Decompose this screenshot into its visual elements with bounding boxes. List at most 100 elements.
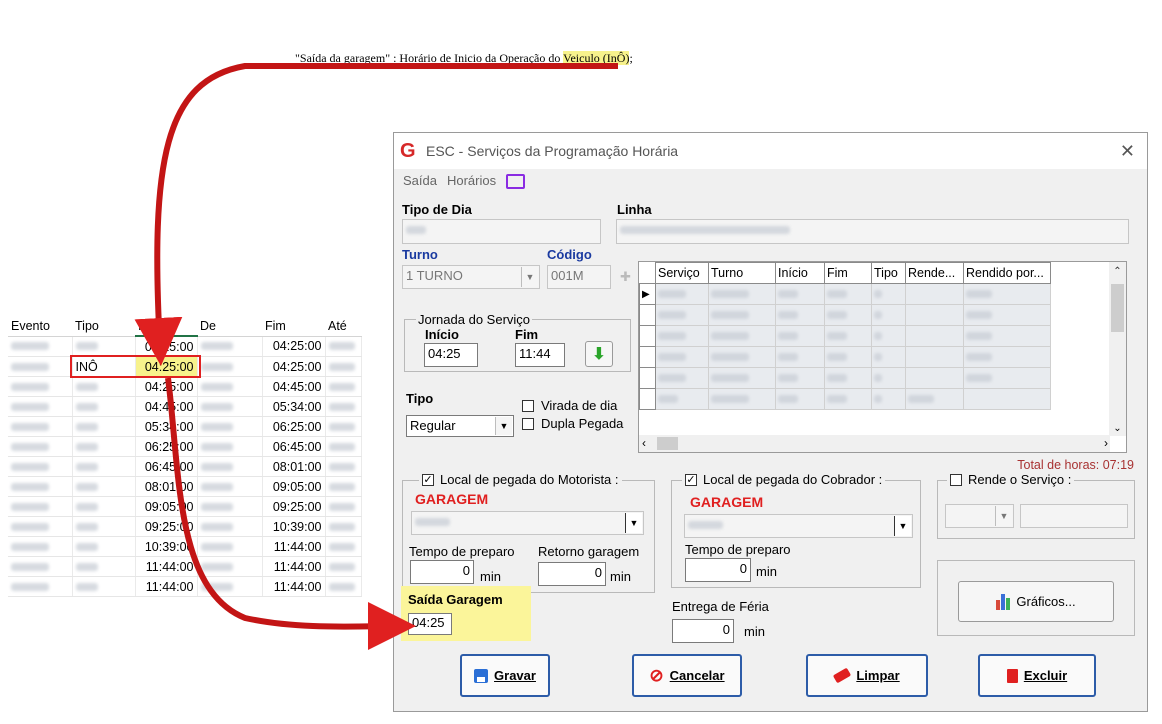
grid-cell[interactable] [708,325,776,347]
dupla-checkbox[interactable]: Dupla Pegada [522,416,623,431]
cobrador-local-select[interactable]: ▼ [684,514,913,538]
grid-horizontal-scrollbar[interactable]: ‹ › [639,435,1110,452]
grid-vertical-scrollbar[interactable]: ⌃ ⌄ [1109,262,1126,436]
sheet-cell-fim[interactable]: 08:01:00 [262,456,326,477]
sheet-cell-evento[interactable] [8,556,73,577]
scroll-left-icon[interactable]: ‹ [642,436,646,450]
sheet-cell-ate[interactable] [325,436,362,457]
grid-cell[interactable] [775,283,825,305]
grid-cell[interactable] [708,388,776,410]
sheet-cell-inicio[interactable]: 10:39:00 [135,536,198,557]
sheet-cell-inicio[interactable]: 06:45:00 [135,456,198,477]
grid-cell[interactable] [824,283,872,305]
codigo-field[interactable]: 001M [547,265,611,289]
menu-horarios[interactable]: Horários [447,173,496,188]
grid-cell[interactable] [775,304,825,326]
sheet-cell-tipo[interactable] [72,496,136,517]
grid-cell[interactable] [963,304,1051,326]
cobrador-check-icon[interactable]: ✓ [685,473,697,486]
grid-row[interactable] [639,325,1051,347]
sheet-cell-de[interactable] [197,416,263,437]
sheet-cell-fim[interactable]: 06:45:00 [262,436,326,457]
rende-checkbox[interactable]: Rende o Serviço : [947,472,1075,487]
grid-cell[interactable] [708,346,776,368]
tempo-preparo2-field[interactable]: 0 [685,558,751,582]
sheet-cell-inicio[interactable]: 04:25:00 [135,336,198,357]
grid-row[interactable]: ▶ [639,283,1051,305]
grid-cell[interactable] [871,325,906,347]
grid-cell[interactable] [824,346,872,368]
grid-cell[interactable] [963,325,1051,347]
monitor-icon[interactable] [506,173,526,189]
sheet-cell-inicio[interactable]: 11:44:00 [135,576,198,597]
sheet-cell-evento[interactable] [8,396,73,417]
grid-cell[interactable] [655,283,709,305]
cobrador-checkbox[interactable]: ✓ Local de pegada do Cobrador : [682,472,886,487]
grid-cell[interactable] [655,325,709,347]
turno-select[interactable]: 1 TURNO ▼ [402,265,540,289]
sheet-cell-tipo[interactable] [72,556,136,577]
sheet-cell-de[interactable] [197,396,263,417]
retorno-field[interactable]: 0 [538,562,606,586]
sheet-cell-fim[interactable]: 10:39:00 [262,516,326,537]
sheet-cell-tipo[interactable] [72,396,136,417]
grid-row[interactable] [639,346,1051,368]
grid-cell[interactable] [963,388,1051,410]
motorista-local-select[interactable]: ▼ [411,511,644,535]
grid-cell[interactable] [708,304,776,326]
grid-header-tipo[interactable]: Tipo [871,262,906,284]
entrega-field[interactable]: 0 [672,619,734,643]
plus-icon[interactable]: ✚ [620,269,631,285]
grid-row[interactable] [639,367,1051,389]
grid-header-turno[interactable]: Turno [708,262,776,284]
grid-cell[interactable] [905,283,964,305]
calc-arrow-button[interactable]: ⬇ [585,341,613,367]
tipo-dia-field[interactable] [402,219,601,244]
sheet-cell-fim[interactable]: 09:05:00 [262,476,326,497]
sheet-cell-de[interactable] [197,336,263,357]
grid-cell[interactable] [905,325,964,347]
grid-cell[interactable] [963,367,1051,389]
row-indicator[interactable] [639,388,656,410]
dupla-box[interactable] [522,417,534,430]
grid-cell[interactable] [871,367,906,389]
sheet-cell-fim[interactable]: 11:44:00 [262,536,326,557]
motorista-checkbox[interactable]: ✓ Local de pegada do Motorista : [419,472,622,487]
grid-cell[interactable] [905,304,964,326]
sheet-cell-evento[interactable] [8,536,73,557]
sheet-cell-inicio[interactable]: 04:25:00 [135,356,198,377]
linha-field[interactable] [616,219,1129,244]
sheet-cell-ate[interactable] [325,356,362,377]
sheet-cell-ate[interactable] [325,536,362,557]
row-indicator[interactable] [639,325,656,347]
sheet-cell-fim[interactable]: 05:34:00 [262,396,326,417]
close-icon[interactable]: ✕ [1120,141,1135,162]
grid-cell[interactable] [905,346,964,368]
sheet-cell-ate[interactable] [325,336,362,357]
sheet-cell-tipo[interactable] [72,436,136,457]
sheet-cell-de[interactable] [197,456,263,477]
scroll-up-icon[interactable]: ⌃ [1109,266,1126,277]
graficos-button[interactable]: Gráficos... [958,581,1114,622]
sheet-cell-fim[interactable]: 04:25:00 [262,336,326,357]
tipo-select[interactable]: Regular ▼ [406,415,514,437]
sheet-cell-de[interactable] [197,496,263,517]
sheet-cell-ate[interactable] [325,396,362,417]
grid-cell[interactable] [655,388,709,410]
sheet-cell-fim[interactable]: 11:44:00 [262,556,326,577]
sheet-cell-tipo[interactable] [72,516,136,537]
sheet-cell-fim[interactable]: 04:45:00 [262,376,326,397]
row-indicator[interactable] [639,304,656,326]
sheet-cell-de[interactable] [197,516,263,537]
sheet-cell-ate[interactable] [325,516,362,537]
sheet-cell-de[interactable] [197,376,263,397]
grid-cell[interactable] [824,367,872,389]
sheet-cell-evento[interactable] [8,456,73,477]
sheet-cell-tipo[interactable] [72,376,136,397]
sheet-cell-evento[interactable] [8,436,73,457]
sheet-cell-fim[interactable]: 06:25:00 [262,416,326,437]
sheet-cell-tipo[interactable] [72,336,136,357]
grid-cell[interactable] [824,325,872,347]
grid-cell[interactable] [775,367,825,389]
grid-row[interactable] [639,388,1051,410]
